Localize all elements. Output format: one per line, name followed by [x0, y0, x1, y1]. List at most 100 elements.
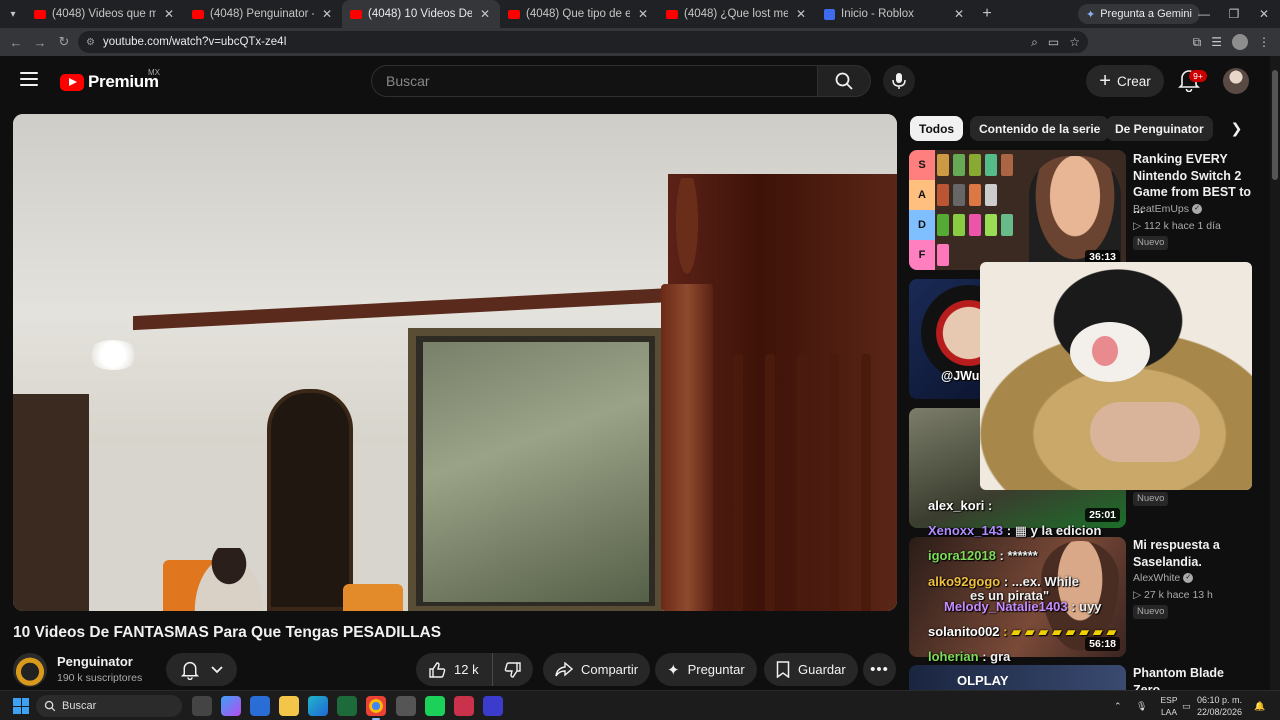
- file-explorer-icon[interactable]: [279, 696, 299, 716]
- edge-icon[interactable]: [308, 696, 328, 716]
- channel-name[interactable]: Penguinator: [57, 654, 133, 669]
- tier-item: [1001, 154, 1013, 176]
- save-button[interactable]: Guardar: [764, 653, 858, 686]
- gemini-button[interactable]: ✦ Pregunta a Gemini: [1078, 4, 1200, 24]
- dislike-button[interactable]: [493, 653, 533, 686]
- thumbs-down-icon: [504, 661, 521, 678]
- store-icon[interactable]: [250, 696, 270, 716]
- tier-label: A: [909, 180, 935, 210]
- sparkle-icon: ✦: [667, 661, 680, 679]
- chat-message: alex_kori :: [928, 498, 992, 513]
- voice-search-button[interactable]: [883, 65, 915, 97]
- bookmark-star-icon[interactable]: ☆: [1069, 35, 1080, 49]
- close-tab-icon[interactable]: ✕: [478, 7, 492, 21]
- browser-menu-icon[interactable]: ⋮: [1258, 35, 1270, 49]
- recommendation-thumbnail[interactable]: OLPLAY: [909, 665, 1126, 690]
- copilot-icon[interactable]: [221, 696, 241, 716]
- site-info-icon[interactable]: ⚙: [86, 37, 95, 48]
- youtube-favicon-icon: [508, 9, 520, 19]
- more-actions-button[interactable]: •••: [863, 653, 896, 686]
- like-button[interactable]: 12 k: [416, 653, 493, 686]
- close-tab-icon[interactable]: ✕: [636, 7, 650, 21]
- chrome-icon[interactable]: [366, 696, 386, 720]
- like-count: 12 k: [454, 662, 479, 677]
- app-icon[interactable]: [454, 696, 474, 716]
- back-icon[interactable]: ←: [4, 30, 28, 54]
- microphone-icon[interactable]: 🎙: [1136, 701, 1147, 712]
- close-tab-icon[interactable]: ✕: [162, 7, 176, 21]
- chevron-right-icon[interactable]: ❯: [1224, 116, 1249, 141]
- browser-tab[interactable]: (4048) Penguinator - YouTube ✕: [184, 0, 342, 28]
- youtube-premium-logo[interactable]: Premium MX: [60, 68, 160, 92]
- verified-icon: ✓: [1183, 573, 1194, 583]
- close-tab-icon[interactable]: ✕: [952, 7, 966, 21]
- browser-profile-avatar[interactable]: [1232, 34, 1248, 50]
- scrollbar-thumb[interactable]: [1272, 70, 1278, 180]
- search-icon: [835, 72, 853, 90]
- app-icon[interactable]: [425, 696, 445, 716]
- ask-label: Preguntar: [687, 662, 745, 677]
- recommendation-thumbnail[interactable]: S A D F 36:13: [909, 150, 1126, 270]
- video-player[interactable]: [13, 114, 897, 611]
- browser-tab[interactable]: (4048) Videos que me gustan - ✕: [26, 0, 184, 28]
- cast-icon[interactable]: ▭: [1048, 35, 1059, 49]
- chat-user: loherian: [928, 649, 979, 664]
- channel-avatar[interactable]: [13, 653, 47, 687]
- close-window-icon[interactable]: ✕: [1248, 0, 1280, 28]
- minimize-icon[interactable]: —: [1188, 0, 1220, 28]
- search-box: [371, 65, 871, 97]
- notification-center[interactable]: 🔔: [1254, 691, 1265, 720]
- app-icon[interactable]: [483, 696, 503, 716]
- recommendation-channel[interactable]: BeatEmUps ✓: [1133, 203, 1203, 215]
- excel-icon[interactable]: [337, 696, 357, 716]
- subscription-notifications-button[interactable]: [166, 653, 237, 686]
- browser-tab[interactable]: Inicio - Roblox ✕: [816, 0, 974, 28]
- youtube-favicon-icon: [192, 9, 204, 19]
- taskbar-search-label: Buscar: [62, 700, 97, 712]
- chip-penguinator[interactable]: De Penguinator: [1106, 116, 1213, 141]
- taskbar-clock[interactable]: 06:10 p. m. 22/08/2026: [1190, 694, 1242, 718]
- address-bar[interactable]: ⚙ youtube.com/watch?v=ubcQTx-ze4I ⌕ ▭ ☆: [78, 31, 1088, 53]
- tray-overflow-icon[interactable]: ⌃: [1114, 701, 1122, 712]
- create-button[interactable]: + Crear: [1086, 65, 1164, 97]
- browser-tab[interactable]: (4048) ¿Que lost media se ha m ✕: [658, 0, 816, 28]
- chip-todos[interactable]: Todos: [910, 116, 964, 141]
- language-indicator[interactable]: ESP LAA: [1158, 694, 1180, 718]
- chat-user: solanito002: [928, 624, 1000, 639]
- windows-start-icon[interactable]: [13, 698, 29, 714]
- page-scrollbar[interactable]: [1270, 56, 1280, 690]
- browser-tab-active[interactable]: (4048) 10 Videos De FANTASM ✕: [342, 0, 500, 28]
- tab-search-button[interactable]: ▾: [0, 0, 26, 28]
- reload-icon[interactable]: ↻: [52, 30, 76, 54]
- restore-icon[interactable]: ❐: [1218, 0, 1250, 28]
- chat-user: Xenoxx_143: [928, 523, 1004, 538]
- guide-menu-icon[interactable]: [20, 72, 38, 86]
- reading-list-icon[interactable]: ☰: [1211, 35, 1222, 49]
- task-view-icon[interactable]: [192, 696, 212, 716]
- video-duration: 25:01: [1085, 508, 1120, 522]
- country-code: MX: [148, 68, 160, 77]
- bookmark-icon: [776, 661, 790, 678]
- account-avatar[interactable]: [1223, 68, 1249, 94]
- windows-taskbar: Buscar ⌃ ESP LAA 🎙 ▭ 06:10 p. m. 22/08/2…: [0, 690, 1280, 720]
- new-tab-button[interactable]: +: [974, 5, 1000, 23]
- close-tab-icon[interactable]: ✕: [794, 7, 808, 21]
- search-button[interactable]: [817, 65, 871, 97]
- recommendation-title[interactable]: Mi respuesta a Saselandia.: [1133, 537, 1253, 570]
- zoom-icon[interactable]: ⌕: [1031, 35, 1038, 50]
- forward-icon[interactable]: →: [28, 30, 52, 54]
- chip-serie[interactable]: Contenido de la serie: [970, 116, 1110, 141]
- close-tab-icon[interactable]: ✕: [320, 7, 334, 21]
- ask-button[interactable]: ✦ Preguntar: [655, 653, 757, 686]
- video-frame-baluster: [829, 354, 839, 611]
- search-input[interactable]: [371, 65, 817, 97]
- video-frame-chair: [343, 584, 403, 611]
- taskbar-search[interactable]: Buscar: [36, 695, 182, 717]
- browser-tab[interactable]: (4048) Que tipo de estudiante e ✕: [500, 0, 658, 28]
- settings-app-icon[interactable]: [396, 696, 416, 716]
- save-label: Guardar: [798, 662, 846, 677]
- youtube-favicon-icon: [350, 9, 362, 19]
- recommendation-channel[interactable]: AlexWhite ✓: [1133, 572, 1194, 584]
- share-button[interactable]: Compartir: [543, 653, 651, 686]
- extensions-icon[interactable]: ⧉: [1193, 35, 1202, 50]
